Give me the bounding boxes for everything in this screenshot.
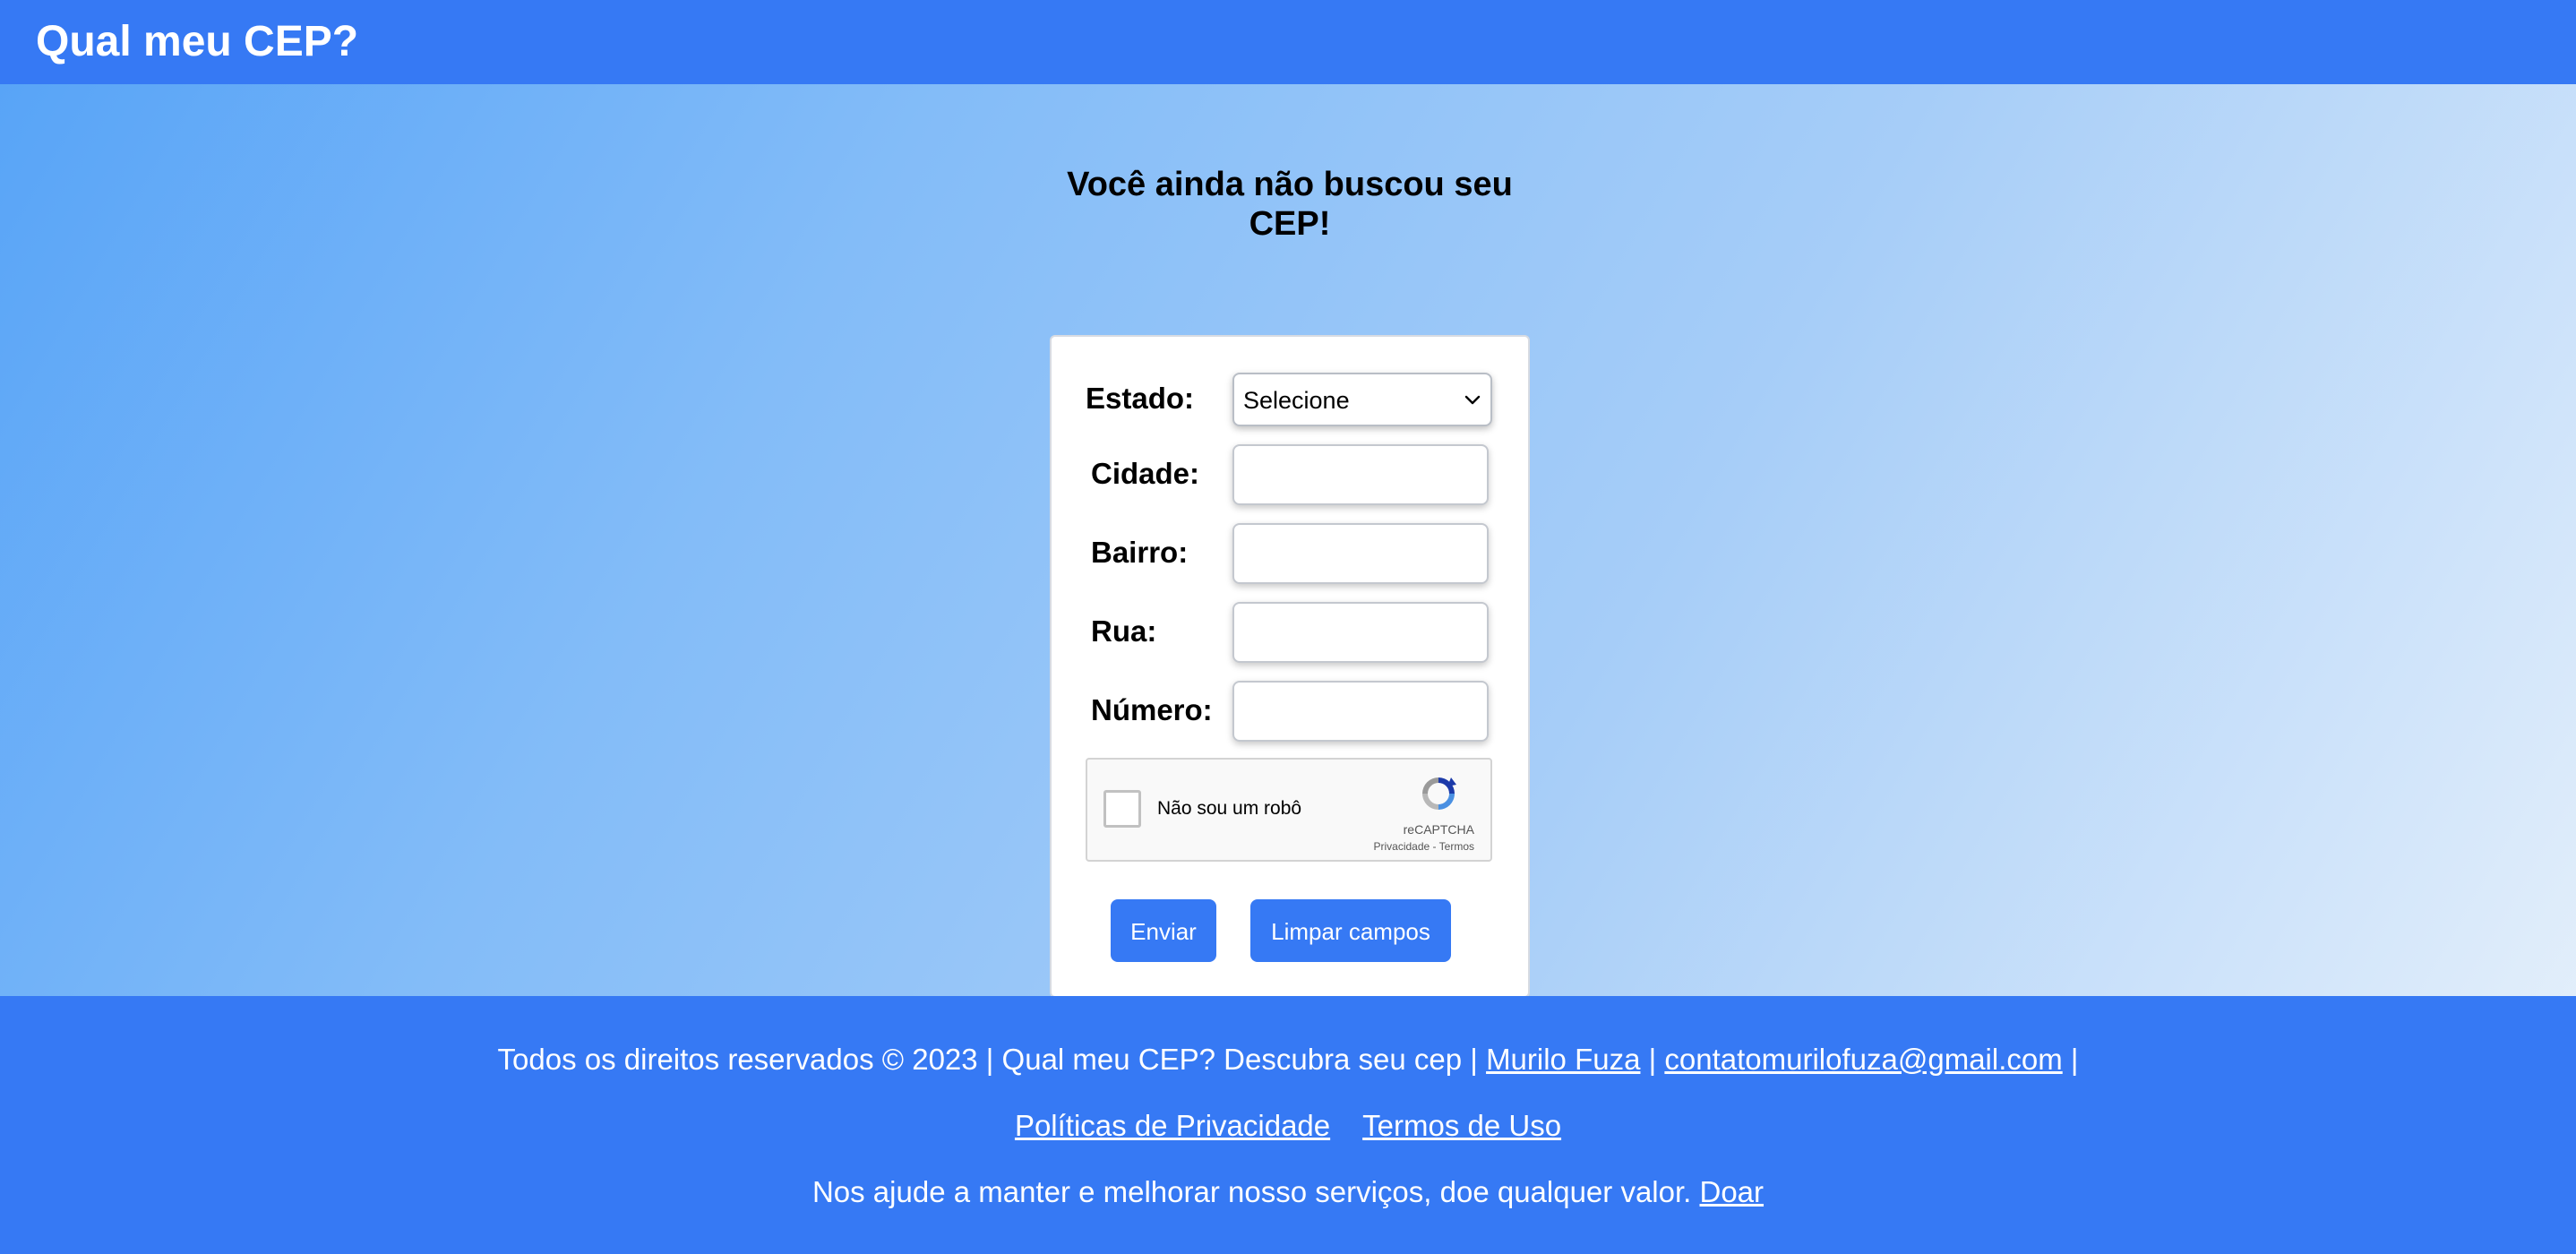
recaptcha-label: Não sou um robô [1157,798,1302,819]
footer-copyright: Todos os direitos reservados © 2023 | Qu… [497,1043,1478,1076]
page-headline: Você ainda não buscou seu CEP! [1021,165,1558,244]
estado-selected-value: Selecione [1243,387,1350,414]
bairro-input[interactable] [1232,523,1489,584]
rua-label: Rua: [1091,614,1157,648]
clear-fields-button[interactable]: Limpar campos [1250,899,1451,962]
footer-separator: | [1648,1043,1657,1076]
footer: Todos os direitos reservados © 2023 | Qu… [0,996,2576,1254]
privacy-policy-link[interactable]: Políticas de Privacidade [1015,1109,1330,1142]
bairro-label: Bairro: [1091,536,1189,569]
rua-input[interactable] [1232,602,1489,663]
recaptcha-widget: Não sou um robô reCAPTCHA Privacidade - … [1086,758,1492,862]
estado-select[interactable]: Selecione [1232,373,1492,426]
recaptcha-checkbox[interactable] [1103,790,1141,828]
donate-text: Nos ajude a manter e melhorar nosso serv… [811,1175,1692,1208]
cidade-input[interactable] [1232,444,1489,505]
recaptcha-link-separator: - [1430,840,1439,853]
headline-line-2: CEP! [1249,205,1331,243]
footer-copyright-line: Todos os direitos reservados © 2023 | Qu… [0,1042,2576,1078]
site-title[interactable]: Qual meu CEP? [36,16,358,68]
estado-label: Estado: [1086,382,1195,415]
donate-link[interactable]: Doar [1700,1175,1765,1208]
footer-policies-line: Políticas de Privacidade Termos de Uso [0,1108,2576,1144]
top-bar: Qual meu CEP? [0,0,2576,84]
recaptcha-brand: reCAPTCHA [1403,822,1474,837]
footer-email-link[interactable]: contatomurilofuza@gmail.com [1664,1043,2062,1076]
numero-input[interactable] [1232,681,1489,742]
footer-author-link[interactable]: Murilo Fuza [1486,1043,1640,1076]
footer-donate-line: Nos ajude a manter e melhorar nosso serv… [0,1174,2576,1210]
footer-separator: | [2070,1043,2079,1076]
recaptcha-privacy-link[interactable]: Privacidade [1374,840,1430,853]
terms-of-use-link[interactable]: Termos de Uso [1362,1109,1561,1142]
chevron-down-icon [1464,395,1481,405]
search-form-card [1050,335,1530,998]
numero-label: Número: [1091,693,1213,726]
recaptcha-links: Privacidade - Termos [1374,840,1475,853]
cidade-label: Cidade: [1091,457,1200,490]
submit-button[interactable]: Enviar [1111,899,1216,962]
recaptcha-terms-link[interactable]: Termos [1439,840,1474,853]
headline-line-1: Você ainda não buscou seu [1067,166,1513,203]
recaptcha-logo-icon [1422,777,1456,810]
